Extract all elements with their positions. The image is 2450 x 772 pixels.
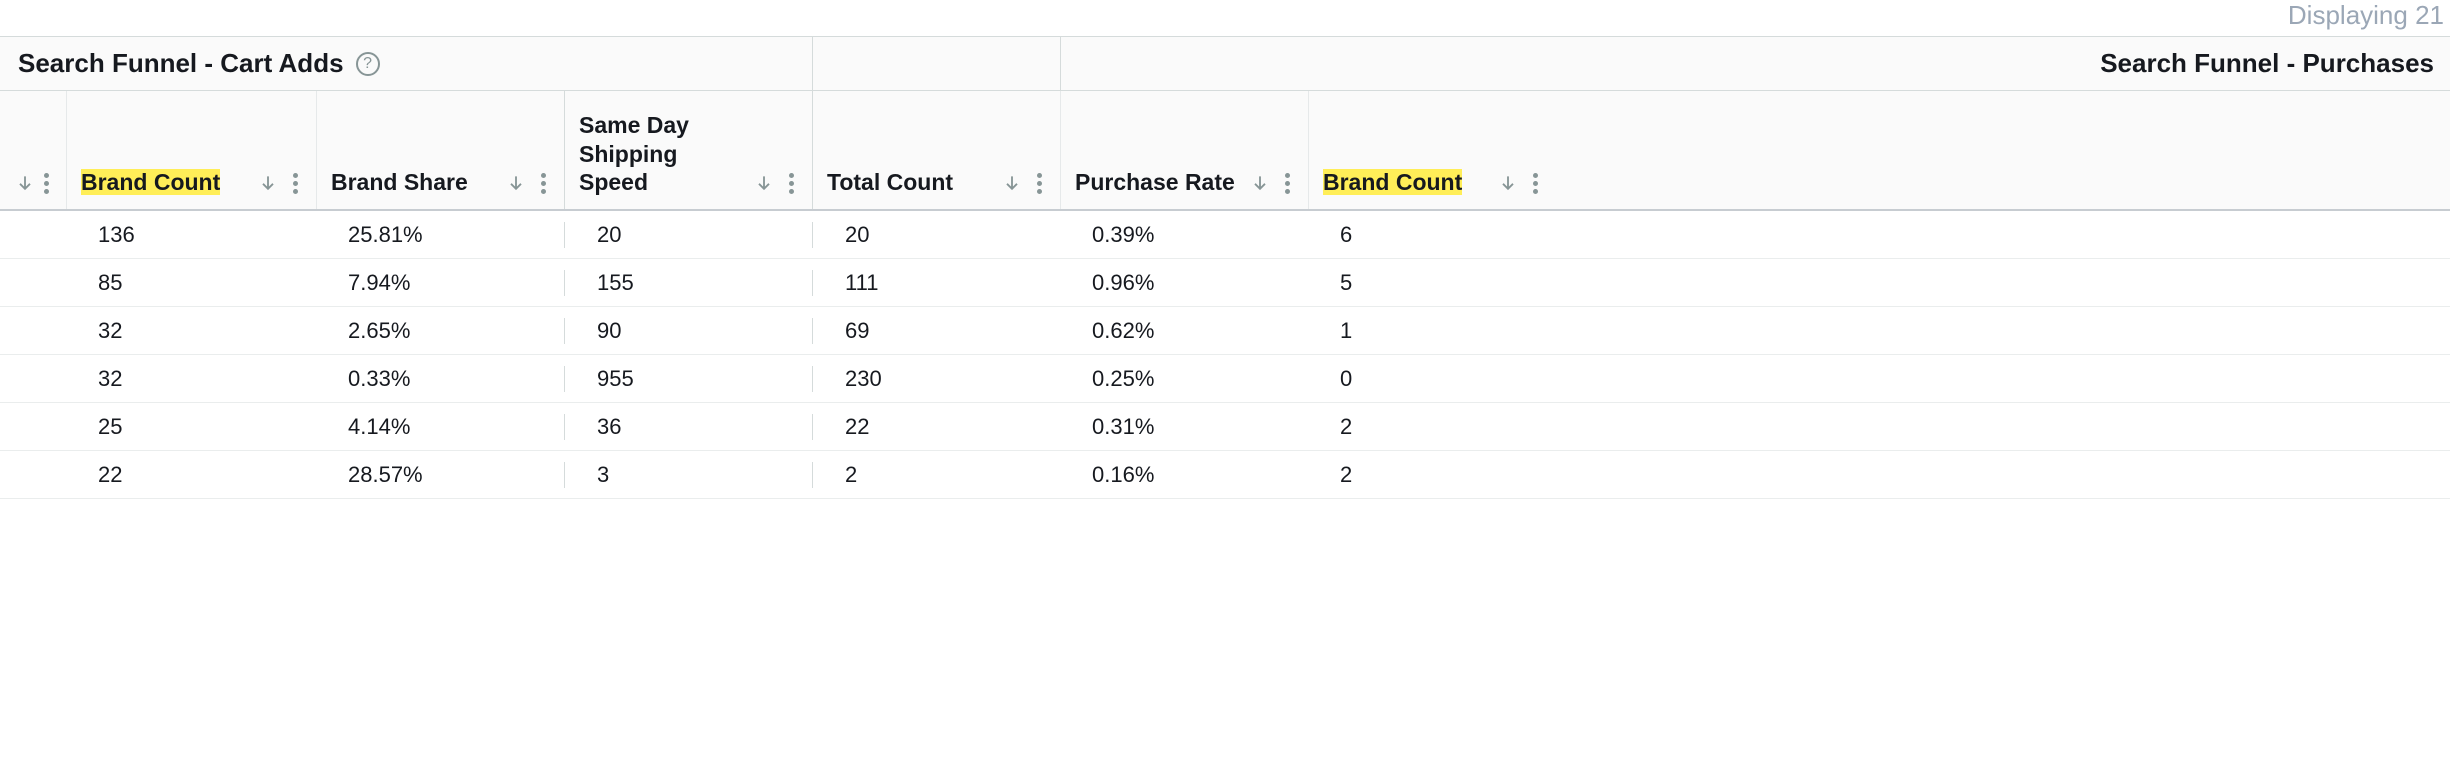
data-grid: Search Funnel - Cart Adds ? Search Funne…	[0, 36, 2450, 499]
table-row[interactable]: 857.94%1551110.96%5	[0, 259, 2450, 307]
kebab-menu-icon[interactable]	[782, 169, 800, 197]
column-header-label: Purchase Rate	[1075, 168, 1246, 197]
table-cell: 3	[564, 462, 812, 488]
table-cell: 20	[564, 222, 812, 248]
table-cell: 2	[1308, 414, 1556, 440]
column-header-label: Brand Count	[1323, 168, 1494, 197]
table-cell: 0.96%	[1060, 270, 1308, 296]
table-cell: 69	[812, 318, 1060, 344]
table-cell: 0.33%	[316, 366, 564, 392]
table-cell: 28.57%	[316, 462, 564, 488]
table-cell: 90	[564, 318, 812, 344]
table-cell: 2	[812, 462, 1060, 488]
table-cell: 7.94%	[316, 270, 564, 296]
table-cell: 4.14%	[316, 414, 564, 440]
table-cell: 5	[1308, 270, 1556, 296]
kebab-menu-icon[interactable]	[534, 169, 552, 197]
table-cell: 25	[66, 414, 316, 440]
table-cell: 0.62%	[1060, 318, 1308, 344]
table-cell: 2	[1308, 462, 1556, 488]
table-cell: 155	[564, 270, 812, 296]
column-header-label: Same Day Shipping Speed	[579, 111, 750, 197]
table-cell: 32	[66, 366, 316, 392]
table-cell: 85	[66, 270, 316, 296]
column-header-brand-count-purchases[interactable]: Brand Count	[1308, 91, 1556, 209]
table-cell: 2.65%	[316, 318, 564, 344]
arrow-down-icon[interactable]	[14, 169, 36, 197]
kebab-menu-icon[interactable]	[1526, 169, 1544, 197]
table-cell: 136	[66, 222, 316, 248]
arrow-down-icon[interactable]	[1246, 169, 1274, 197]
column-group-label: Search Funnel - Purchases	[2100, 48, 2434, 79]
table-cell: 1	[1308, 318, 1556, 344]
table-cell: 6	[1308, 222, 1556, 248]
column-header-label: Total Count	[827, 168, 998, 197]
table-row[interactable]: 2228.57%320.16%2	[0, 451, 2450, 499]
table-cell: 230	[812, 366, 1060, 392]
column-header-label: Brand Share	[331, 168, 502, 197]
table-row[interactable]: 254.14%36220.31%2	[0, 403, 2450, 451]
column-header-row: Brand Count Brand Share Same Day Shippin…	[0, 91, 2450, 211]
column-header-total-count[interactable]: Total Count	[812, 91, 1060, 209]
arrow-down-icon[interactable]	[254, 169, 282, 197]
arrow-down-icon[interactable]	[502, 169, 530, 197]
arrow-down-icon[interactable]	[750, 169, 778, 197]
arrow-down-icon[interactable]	[1494, 169, 1522, 197]
table-cell: 32	[66, 318, 316, 344]
kebab-menu-icon[interactable]	[1278, 169, 1296, 197]
table-cell: 0.31%	[1060, 414, 1308, 440]
table-row[interactable]: 320.33%9552300.25%0	[0, 355, 2450, 403]
table-cell: 0	[1308, 366, 1556, 392]
kebab-menu-icon[interactable]	[40, 169, 54, 197]
column-group-cart-adds: Search Funnel - Cart Adds ?	[0, 37, 812, 91]
table-cell: 22	[66, 462, 316, 488]
table-cell: 22	[812, 414, 1060, 440]
table-row[interactable]: 13625.81%20200.39%6	[0, 211, 2450, 259]
table-cell: 36	[564, 414, 812, 440]
column-group-label: Search Funnel - Cart Adds	[18, 48, 344, 79]
column-header-same-day-shipping[interactable]: Same Day Shipping Speed	[564, 91, 812, 209]
table-cell: 955	[564, 366, 812, 392]
results-count-text: Displaying 21	[0, 0, 2450, 36]
column-group-purchases: Search Funnel - Purchases	[1060, 37, 2450, 91]
column-header-label: Brand Count	[81, 168, 254, 197]
table-cell: 0.39%	[1060, 222, 1308, 248]
help-icon[interactable]: ?	[356, 52, 380, 76]
column-header-leading[interactable]	[0, 91, 66, 209]
kebab-menu-icon[interactable]	[286, 169, 304, 197]
column-group-shipping	[812, 37, 1060, 91]
kebab-menu-icon[interactable]	[1030, 169, 1048, 197]
column-header-purchase-rate[interactable]: Purchase Rate	[1060, 91, 1308, 209]
table-cell: 25.81%	[316, 222, 564, 248]
column-group-header-row: Search Funnel - Cart Adds ? Search Funne…	[0, 37, 2450, 91]
table-cell: 0.25%	[1060, 366, 1308, 392]
table-row[interactable]: 322.65%90690.62%1	[0, 307, 2450, 355]
column-header-trailing-space	[1556, 91, 2450, 209]
table-cell: 20	[812, 222, 1060, 248]
arrow-down-icon[interactable]	[998, 169, 1026, 197]
column-header-brand-count[interactable]: Brand Count	[66, 91, 316, 209]
table-cell: 0.16%	[1060, 462, 1308, 488]
column-header-brand-share[interactable]: Brand Share	[316, 91, 564, 209]
table-cell: 111	[812, 270, 1060, 296]
